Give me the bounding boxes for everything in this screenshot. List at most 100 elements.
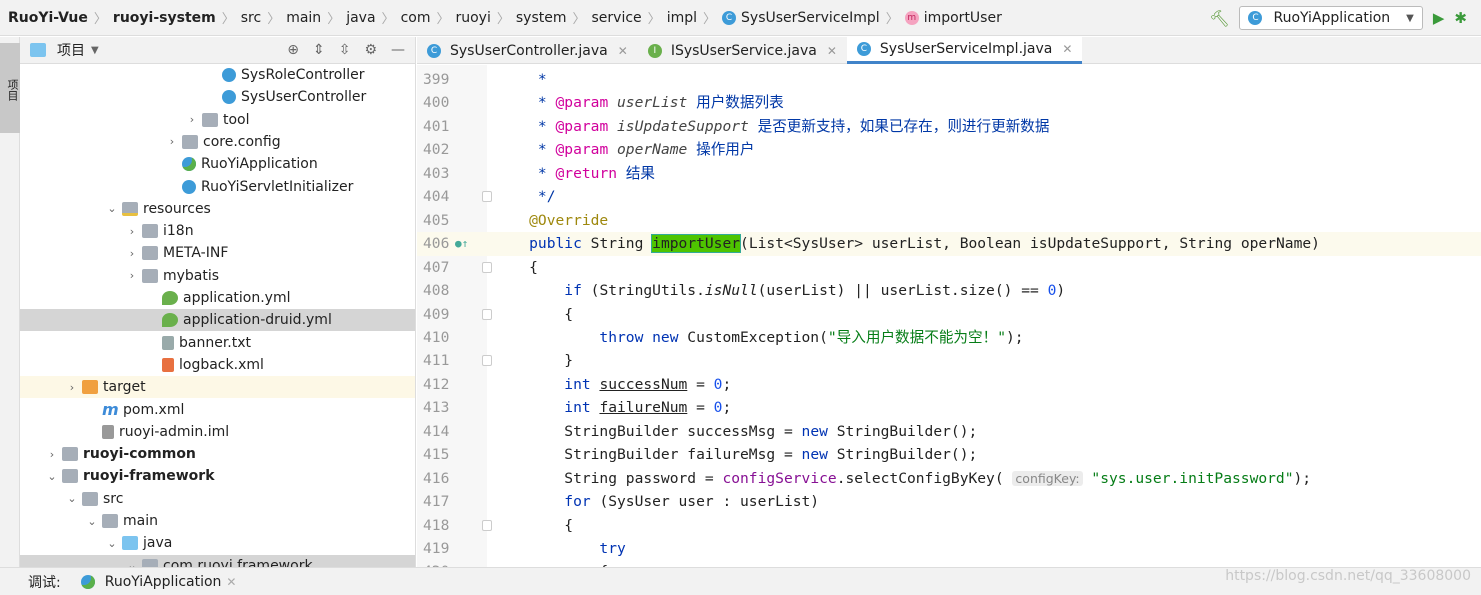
project-title[interactable]: 项目: [57, 40, 85, 60]
editor-tab[interactable]: C SysUserServiceImpl.java ✕: [846, 37, 1083, 64]
fold-icon[interactable]: [482, 191, 492, 203]
tree-item[interactable]: ⌄ com.ruoyi.framework: [20, 554, 415, 567]
tree-item-label: com.ruoyi.framework: [163, 557, 313, 567]
tree-item[interactable]: ⌄ main: [20, 510, 415, 532]
breadcrumb-item[interactable]: system: [516, 10, 567, 26]
code-token: String password =: [494, 469, 723, 487]
tree-item-label: SysUserController: [241, 89, 367, 106]
tree-item[interactable]: application-druid.yml: [20, 309, 415, 332]
tree-item[interactable]: ⌄ ruoyi-framework: [20, 465, 415, 487]
folder-icon: [142, 246, 158, 261]
code-line: 404 */: [417, 185, 1481, 208]
tree-item[interactable]: logback.xml: [20, 354, 415, 376]
minimize-icon[interactable]: —: [391, 42, 405, 58]
tree-item[interactable]: banner.txt: [20, 332, 415, 354]
tree-item[interactable]: m pom.xml: [20, 399, 415, 421]
expand-arrow-icon[interactable]: ⌄: [62, 492, 82, 505]
tree-item[interactable]: › i18n: [20, 220, 415, 242]
breadcrumb-item[interactable]: java: [346, 10, 375, 26]
breadcrumb-item[interactable]: RuoYi-Vue: [8, 10, 88, 26]
tree-item-label: application-druid.yml: [183, 312, 332, 329]
tree-item[interactable]: ruoyi-admin.iml: [20, 421, 415, 443]
expand-arrow-icon[interactable]: ⌄: [102, 202, 122, 215]
expand-arrow-icon[interactable]: ›: [122, 225, 142, 238]
locate-icon[interactable]: ⊕: [287, 42, 299, 58]
expand-arrow-icon[interactable]: ⌄: [102, 537, 122, 550]
line-number: 409: [423, 305, 450, 323]
play-icon[interactable]: ▶: [1433, 9, 1445, 27]
expand-arrow-icon[interactable]: ›: [42, 448, 62, 461]
collapse-all-icon[interactable]: ⇳: [339, 42, 351, 58]
tree-item[interactable]: ⌄ src: [20, 488, 415, 510]
hammer-icon[interactable]: 🔨︎: [1209, 9, 1229, 28]
code-token: @param: [555, 94, 609, 112]
expand-arrow-icon[interactable]: ⌄: [122, 559, 142, 567]
debug-tab[interactable]: RuoYiApplication ✕: [80, 574, 236, 590]
close-icon[interactable]: ✕: [226, 575, 236, 589]
line-number: 405: [423, 211, 450, 229]
expand-arrow-icon[interactable]: ⌄: [82, 515, 102, 528]
breadcrumb-item[interactable]: ruoyi-system: [113, 10, 216, 26]
bug-icon[interactable]: ✱: [1454, 9, 1467, 27]
breadcrumb-item[interactable]: service: [592, 10, 642, 26]
implements-icon[interactable]: ●↑: [455, 232, 468, 255]
tree-item-label: SysRoleController: [241, 67, 365, 83]
folder-icon: [62, 469, 78, 484]
fold-icon[interactable]: [482, 308, 492, 320]
fold-icon[interactable]: [482, 519, 492, 531]
breadcrumb-item[interactable]: src: [241, 10, 261, 26]
tree-item[interactable]: ⌄ resources: [20, 198, 415, 220]
tree-item[interactable]: ⌄ java: [20, 532, 415, 554]
editor-tab[interactable]: C SysUserController.java ✕: [417, 37, 638, 64]
tree-item[interactable]: RuoYiApplication: [20, 153, 415, 175]
code-line: 405 @Override: [417, 209, 1481, 232]
tree-item[interactable]: › tool: [20, 109, 415, 131]
code-text: int successNum = 0;: [494, 373, 731, 396]
run-config-select[interactable]: C RuoYiApplication ▼: [1239, 6, 1423, 30]
expand-arrow-icon[interactable]: ›: [182, 113, 202, 126]
code-token: if: [494, 282, 591, 300]
close-tab-icon[interactable]: ✕: [618, 44, 628, 58]
line-number: 411: [423, 352, 450, 370]
file-icon: [162, 313, 178, 328]
file-icon: [182, 157, 196, 172]
breadcrumb-item[interactable]: com: [401, 10, 431, 26]
chevron-down-icon[interactable]: ▼: [91, 45, 99, 56]
editor-tab[interactable]: I ISysUserService.java ✕: [638, 37, 847, 64]
fold-icon[interactable]: [482, 355, 492, 367]
tree-item-label: banner.txt: [179, 334, 252, 351]
code-token: int: [494, 375, 600, 393]
gear-icon[interactable]: ⚙: [364, 42, 377, 58]
expand-arrow-icon[interactable]: ›: [162, 135, 182, 148]
code-text: * @return 结果: [494, 162, 655, 185]
folder-icon: [142, 558, 158, 567]
file-icon: m: [102, 399, 119, 419]
expand-arrow-icon[interactable]: ›: [62, 381, 82, 394]
project-tool-button[interactable]: 项目: [0, 43, 20, 133]
tree-item[interactable]: › META-INF: [20, 242, 415, 264]
tree-item[interactable]: › ruoyi-common: [20, 443, 415, 465]
tree-item[interactable]: › mybatis: [20, 265, 415, 287]
tree-item[interactable]: SysRoleController: [20, 64, 415, 86]
tree-item[interactable]: › target: [20, 376, 415, 399]
close-tab-icon[interactable]: ✕: [827, 44, 837, 58]
breadcrumb-separator: 〉: [885, 12, 899, 27]
fold-icon[interactable]: [482, 261, 492, 273]
breadcrumb-item[interactable]: main: [286, 10, 321, 26]
expand-arrow-icon[interactable]: ›: [122, 269, 142, 282]
code-editor[interactable]: 399 * 400 * @param userList 用户数据列表 401 * @…: [417, 68, 1481, 567]
breadcrumb-item[interactable]: impl: [667, 10, 697, 26]
expand-arrow-icon[interactable]: ⌄: [42, 470, 62, 483]
expand-all-icon[interactable]: ⇕: [313, 42, 325, 58]
spring-app-icon: [80, 574, 95, 589]
expand-arrow-icon[interactable]: ›: [122, 247, 142, 260]
tree-item[interactable]: › core.config: [20, 131, 415, 153]
tree-item[interactable]: RuoYiServletInitializer: [20, 176, 415, 198]
close-tab-icon[interactable]: ✕: [1062, 42, 1072, 56]
tree-item[interactable]: application.yml: [20, 287, 415, 309]
code-token: isNull: [704, 282, 758, 300]
tree-item[interactable]: SysUserController: [20, 86, 415, 108]
breadcrumb-item[interactable]: m importUser: [904, 10, 1002, 26]
breadcrumb-item[interactable]: ruoyi: [455, 10, 490, 26]
breadcrumb-item[interactable]: C SysUserServiceImpl: [722, 10, 880, 26]
